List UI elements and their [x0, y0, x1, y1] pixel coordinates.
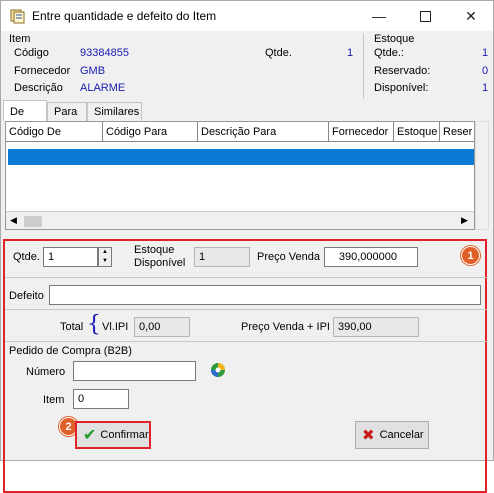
tab-para[interactable]: Para — [47, 102, 87, 121]
defeito-input[interactable] — [49, 285, 481, 305]
horizontal-scrollbar[interactable]: ◀ ▶ — [6, 211, 474, 229]
table-row[interactable] — [8, 149, 474, 165]
qtde-label: Qtde. — [13, 251, 40, 263]
scroll-left-icon[interactable]: ◀ — [10, 215, 17, 226]
maximize-icon[interactable] — [402, 1, 448, 31]
numero-label: Número — [26, 366, 66, 378]
scroll-right-icon[interactable]: ▶ — [461, 215, 468, 226]
qtde-stepper[interactable]: ▲ ▼ — [98, 247, 112, 267]
title-bar: Entre quantidade e defeito do Item — ✕ — [1, 1, 493, 31]
col-codigo-de[interactable]: Código De — [6, 122, 103, 142]
disponivel-label: Disponível: — [374, 82, 429, 94]
total-label: Total — [60, 321, 84, 333]
estoque-disp-value: 1 — [194, 247, 250, 267]
cancelar-button[interactable]: ✖ Cancelar — [355, 421, 429, 449]
estoque-heading: Estoque — [374, 33, 415, 45]
col-descricao-para[interactable]: Descrição Para — [198, 122, 329, 142]
fornecedor-label: Fornecedor — [14, 65, 71, 77]
estoque-disp-label-1: Estoque — [134, 244, 175, 256]
check-icon: ✔ — [83, 427, 97, 444]
estoque-disp-label-2: Disponível — [134, 257, 186, 269]
descricao-label: Descrição — [14, 82, 63, 94]
minimize-icon[interactable]: — — [356, 1, 402, 31]
confirmar-label: Confirmar — [100, 429, 149, 441]
qtde-input[interactable]: 1 — [43, 247, 98, 267]
col-reser[interactable]: Reser — [440, 122, 474, 142]
preco-venda-label: Preço Venda — [257, 251, 320, 263]
grid-header: Código De Código Para Descrição Para For… — [6, 122, 474, 142]
form-divider-3 — [5, 341, 487, 342]
data-grid[interactable]: Código De Código Para Descrição Para For… — [5, 121, 475, 230]
confirmar-button[interactable]: ✔ Confirmar — [75, 421, 151, 449]
item-input[interactable]: 0 — [73, 389, 129, 409]
vl-ipi-value: 0,00 — [134, 317, 190, 337]
item-heading: Item — [9, 33, 31, 45]
fornecedor-value: GMB — [80, 65, 106, 77]
preco-ipi-value: 390,00 — [333, 317, 419, 337]
group-divider — [363, 33, 364, 99]
reservado-label: Reservado: — [374, 65, 431, 77]
cancelar-label: Cancelar — [379, 429, 424, 441]
codigo-label: Código — [14, 47, 49, 59]
brace-icon: { — [87, 312, 101, 337]
form-divider-2 — [5, 309, 487, 310]
tab-similares[interactable]: Similares — [87, 102, 142, 121]
numero-input[interactable] — [73, 361, 196, 381]
close-icon[interactable]: ✕ — [448, 1, 494, 31]
item-qtde-label: Qtde. — [265, 47, 292, 59]
pedido-heading: Pedido de Compra (B2B) — [9, 345, 132, 357]
col-estoque[interactable]: Estoque — [394, 122, 440, 142]
defeito-label: Defeito — [9, 290, 44, 302]
annotation-badge-1: 1 — [461, 246, 480, 265]
dialog-window: Entre quantidade e defeito do Item — ✕ I… — [0, 0, 494, 493]
disponivel-value: 1 — [482, 82, 489, 94]
form-divider-1 — [5, 277, 487, 278]
estoque-qtde-value: 1 — [482, 47, 489, 59]
col-codigo-para[interactable]: Código Para — [103, 122, 198, 142]
preco-venda-input[interactable]: 390,000000 — [324, 247, 418, 267]
preco-ipi-label: Preço Venda + IPI — [241, 321, 330, 333]
vl-ipi-label: Vl.IPI — [102, 321, 129, 333]
col-fornecedor[interactable]: Fornecedor — [329, 122, 394, 142]
refresh-icon[interactable] — [209, 361, 227, 379]
reservado-value: 0 — [482, 65, 489, 77]
estoque-qtde-label: Qtde.: — [374, 47, 404, 59]
item-qtde-value: 1 — [347, 47, 354, 59]
chevron-down-icon[interactable]: ▼ — [99, 257, 111, 266]
app-icon — [10, 9, 25, 24]
window-title: Entre quantidade e defeito do Item — [32, 9, 217, 23]
vertical-scrollbar[interactable] — [475, 121, 489, 230]
tab-de[interactable]: De — [3, 100, 47, 121]
descricao-value: ALARME — [80, 82, 126, 94]
chevron-up-icon[interactable]: ▲ — [99, 248, 111, 257]
x-icon: ✖ — [362, 427, 375, 444]
codigo-value: 93384855 — [80, 47, 129, 59]
scroll-thumb[interactable] — [24, 216, 42, 227]
item-label: Item — [43, 394, 65, 406]
